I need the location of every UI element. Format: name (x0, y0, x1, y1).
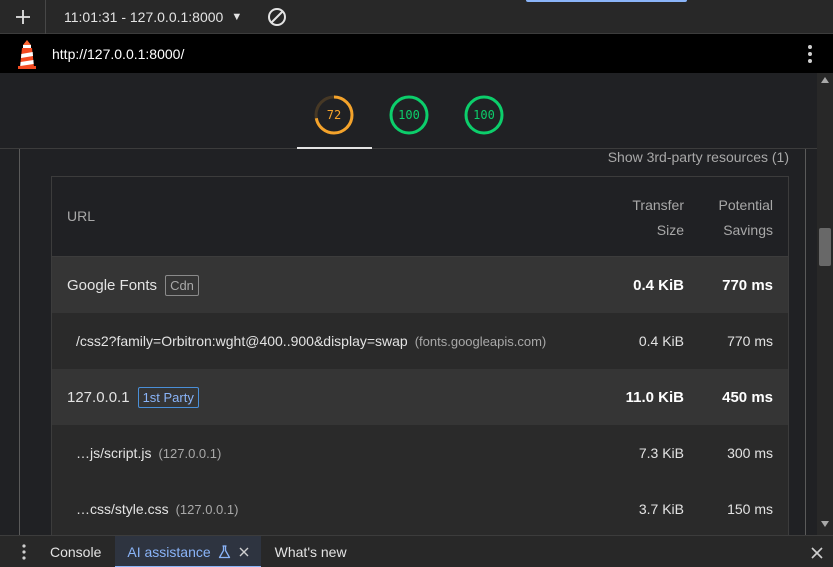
drawer-tabbar: Console AI assistance What's new (0, 535, 833, 567)
potential-savings-cell: 300 ms (727, 445, 773, 461)
resource-host: (fonts.googleapis.com) (414, 333, 547, 349)
url-cell: /css2?family=Orbitron:wght@400..900&disp… (76, 333, 546, 349)
active-panel-indicator (526, 0, 687, 2)
page-url: http://127.0.0.1:8000/ (52, 45, 185, 62)
score-gauge-performance[interactable]: 72 (313, 94, 355, 136)
column-header-line: Potential (718, 197, 773, 213)
column-header-potential-savings: Potential Savings (719, 193, 773, 243)
tab-label: AI assistance (127, 543, 211, 560)
resource-url[interactable]: …js/script.js (76, 445, 151, 461)
tab-console[interactable]: Console (50, 536, 101, 567)
clear-reports-button[interactable] (266, 6, 288, 28)
entity-badge: Cdn (165, 274, 199, 296)
table-row: …js/script.js (127.0.0.1) 7.3 KiB 300 ms (52, 425, 788, 481)
potential-savings-cell: 770 ms (722, 276, 773, 294)
column-header-transfer-size: Transfer Size (632, 193, 684, 243)
scroll-down-arrow-icon[interactable] (821, 521, 829, 527)
score-value: 100 (473, 108, 495, 122)
potential-savings-cell: 150 ms (727, 501, 773, 517)
resources-table: URL Transfer Size Potential Savings Goog… (51, 176, 789, 535)
entity-badge: 1st Party (137, 386, 199, 408)
show-third-party-toggle[interactable]: Show 3rd-party resources (1) (608, 149, 789, 165)
score-gauges: 72 100 100 (0, 73, 817, 149)
score-gauge-best-practices[interactable]: 100 (463, 94, 505, 136)
plus-icon (15, 9, 30, 24)
audit-rail-right (805, 149, 806, 535)
table-row-group: Google Fonts Cdn 0.4 KiB 770 ms (52, 257, 788, 313)
score-value: 100 (398, 108, 420, 122)
audit-details: Show 3rd-party resources (1) URL Transfe… (0, 149, 817, 535)
top-toolbar: 11:01:31 - 127.0.0.1:8000 ▼ (0, 0, 833, 34)
report-selector[interactable]: 11:01:31 - 127.0.0.1:8000 ▼ (64, 9, 242, 25)
entity-cell: Google Fonts Cdn (67, 274, 199, 296)
transfer-size-cell: 3.7 KiB (638, 501, 684, 517)
drawer-menu-icon[interactable] (21, 543, 27, 560)
url-cell: …css/style.css (127.0.0.1) (76, 501, 238, 517)
transfer-size-cell: 0.4 KiB (633, 276, 684, 294)
flask-icon (218, 544, 230, 558)
transfer-size-cell: 0.4 KiB (638, 333, 684, 349)
url-bar: http://127.0.0.1:8000/ (0, 34, 833, 73)
table-row: /css2?family=Orbitron:wght@400..900&disp… (52, 313, 788, 369)
table-row: …css/style.css (127.0.0.1) 3.7 KiB 150 m… (52, 481, 788, 535)
potential-savings-cell: 450 ms (722, 388, 773, 406)
transfer-size-cell: 7.3 KiB (638, 445, 684, 461)
scrollbar-thumb[interactable] (819, 228, 831, 266)
resource-url[interactable]: /css2?family=Orbitron:wght@400..900&disp… (76, 333, 408, 349)
lighthouse-logo-icon (18, 39, 36, 69)
report-selector-label: 11:01:31 - 127.0.0.1:8000 (64, 8, 224, 25)
column-header-url: URL (67, 208, 96, 224)
transfer-size-cell: 11.0 KiB (625, 388, 684, 406)
audit-rail-left (19, 149, 20, 535)
table-row-group: 127.0.0.1 1st Party 11.0 KiB 450 ms (52, 369, 788, 425)
close-tab-icon[interactable] (239, 547, 249, 557)
tab-ai-assistance[interactable]: AI assistance (115, 535, 261, 567)
resource-host: (127.0.0.1) (158, 445, 222, 461)
entity-name: 127.0.0.1 (67, 388, 130, 406)
caret-down-icon: ▼ (231, 10, 243, 23)
table-header: URL Transfer Size Potential Savings (52, 177, 788, 257)
column-header-line: Size (656, 222, 684, 238)
block-icon (268, 7, 287, 26)
new-report-button[interactable] (0, 0, 46, 34)
column-header-line: Transfer (632, 197, 684, 213)
url-cell: …js/script.js (127.0.0.1) (76, 445, 221, 461)
score-value: 72 (326, 108, 342, 122)
resource-host: (127.0.0.1) (175, 501, 239, 517)
potential-savings-cell: 770 ms (727, 333, 773, 349)
entity-cell: 127.0.0.1 1st Party (67, 386, 199, 408)
tab-label: What's new (274, 543, 347, 560)
score-gauge-accessibility[interactable]: 100 (388, 94, 430, 136)
more-options-icon[interactable] (807, 44, 813, 64)
close-drawer-icon[interactable] (811, 547, 823, 559)
resource-url[interactable]: …css/style.css (76, 501, 169, 517)
vertical-scrollbar[interactable] (817, 73, 833, 535)
entity-name: Google Fonts (67, 276, 158, 294)
tab-label: Console (50, 543, 102, 560)
scroll-up-arrow-icon[interactable] (821, 77, 829, 83)
column-header-line: Savings (723, 222, 773, 238)
tab-whats-new[interactable]: What's new (275, 536, 347, 567)
